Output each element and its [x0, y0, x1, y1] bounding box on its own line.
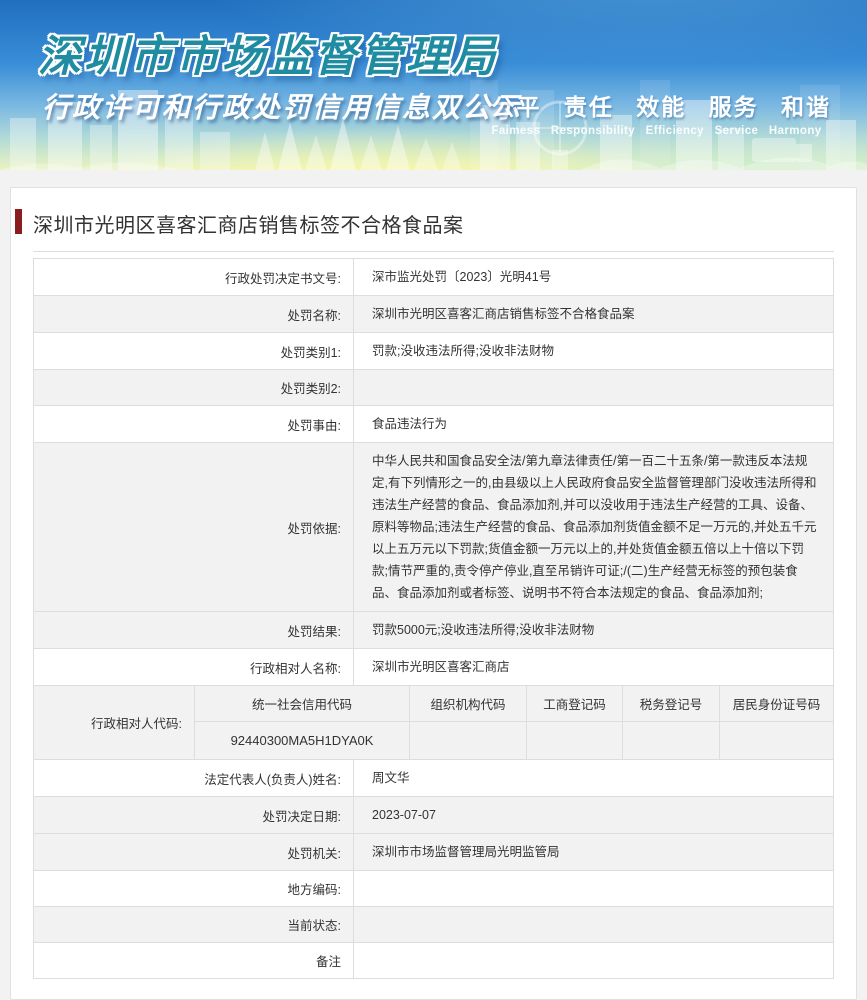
- title-separator: [33, 251, 834, 252]
- row-label: 法定代表人(负责人)姓名:: [34, 760, 354, 796]
- org-title: 深圳市市场监督管理局: [38, 33, 498, 81]
- row-label: 行政相对人代码:: [34, 686, 195, 759]
- row-value: [354, 907, 833, 942]
- row-label: 处罚结果:: [34, 612, 354, 648]
- table-row-decision-number: 行政处罚决定书文号: 深市监光处罚〔2023〕光明41号: [34, 259, 833, 296]
- codes-value-credit-code: 92440300MA5H1DYA0K: [195, 722, 410, 759]
- row-label: 处罚决定日期:: [34, 797, 354, 833]
- table-row-party-name: 行政相对人名称: 深圳市光明区喜客汇商店: [34, 649, 833, 686]
- row-label: 处罚事由:: [34, 406, 354, 442]
- row-value: [354, 871, 833, 906]
- site-banner: 深圳市市场监督管理局 行政许可和行政处罚信用信息双公示 公平 责任 效能 服务 …: [0, 0, 867, 170]
- row-value: 深圳市市场监督管理局光明监管局: [372, 845, 560, 859]
- row-value: [354, 370, 833, 405]
- table-row-penalty-type-2: 处罚类别2:: [34, 370, 833, 406]
- codes-value-business-reg: [527, 722, 623, 759]
- table-row-current-status: 当前状态:: [34, 907, 833, 943]
- row-label: 处罚机关:: [34, 834, 354, 870]
- codes-header-business-reg: 工商登记码: [527, 686, 623, 722]
- row-label: 处罚依据:: [34, 443, 354, 611]
- codes-value-id-number: [720, 722, 833, 759]
- table-row-penalty-basis: 处罚依据: 中华人民共和国食品安全法/第九章法律责任/第一百二十五条/第一款违反…: [34, 443, 833, 612]
- penalty-info-table: 行政处罚决定书文号: 深市监光处罚〔2023〕光明41号 处罚名称: 深圳市光明…: [33, 258, 834, 979]
- codes-header-id-number: 居民身份证号码: [720, 686, 833, 722]
- row-value: 深市监光处罚〔2023〕光明41号: [372, 270, 552, 284]
- row-label: 处罚类别2:: [34, 370, 354, 405]
- row-label: 备注: [34, 943, 354, 978]
- case-title-row: 深圳市光明区喜客汇商店销售标签不合格食品案: [15, 204, 834, 251]
- codes-value-tax-reg: [623, 722, 720, 759]
- row-label: 行政相对人名称:: [34, 649, 354, 685]
- row-value: 中华人民共和国食品安全法/第九章法律责任/第一百二十五条/第一款违反本法规定,有…: [372, 454, 817, 600]
- table-row-penalty-name: 处罚名称: 深圳市光明区喜客汇商店销售标签不合格食品案: [34, 296, 833, 333]
- title-accent-bar: [15, 209, 22, 234]
- page-title: 深圳市光明区喜客汇商店销售标签不合格食品案: [33, 215, 464, 237]
- row-label: 处罚名称:: [34, 296, 354, 332]
- banner-subtitle: 行政许可和行政处罚信用信息双公示: [42, 92, 523, 123]
- row-label: 地方编码:: [34, 871, 354, 906]
- table-row-remarks: 备注: [34, 943, 833, 979]
- row-value: 罚款;没收违法所得;没收非法财物: [372, 344, 554, 358]
- row-label: 行政处罚决定书文号:: [34, 259, 354, 295]
- row-value: 罚款5000元;没收违法所得;没收非法财物: [372, 623, 595, 637]
- table-row-penalty-authority: 处罚机关: 深圳市市场监督管理局光明监管局: [34, 834, 833, 871]
- party-codes-subtable: 统一社会信用代码 组织机构代码 工商登记码 税务登记号 居民身份证号码 9244…: [195, 686, 833, 759]
- codes-header-org-code: 组织机构代码: [410, 686, 527, 722]
- codes-value-org-code: [410, 722, 527, 759]
- row-value: 深圳市光明区喜客汇商店: [372, 660, 510, 674]
- row-label: 处罚类别1:: [34, 333, 354, 369]
- row-value: 周文华: [372, 771, 410, 785]
- row-value: 2023-07-07: [372, 808, 436, 822]
- content-panel: 深圳市光明区喜客汇商店销售标签不合格食品案 行政处罚决定书文号: 深市监光处罚〔…: [10, 187, 857, 1000]
- table-row-legal-representative: 法定代表人(负责人)姓名: 周文华: [34, 760, 833, 797]
- slogan-chinese: 公平 责任 效能 服务 和谐: [491, 94, 831, 120]
- table-row-penalty-result: 处罚结果: 罚款5000元;没收违法所得;没收非法财物: [34, 612, 833, 649]
- row-value: 食品违法行为: [372, 417, 448, 431]
- banner-slogans: 公平 责任 效能 服务 和谐 Faimess Responsibility Ef…: [491, 88, 831, 137]
- table-row-party-codes: 行政相对人代码: 统一社会信用代码 组织机构代码 工商登记码 税务登记号 居民身…: [34, 686, 833, 760]
- row-value: 深圳市光明区喜客汇商店销售标签不合格食品案: [372, 307, 635, 321]
- row-value: [354, 943, 833, 978]
- row-label: 当前状态:: [34, 907, 354, 942]
- codes-header-credit-code: 统一社会信用代码: [195, 686, 410, 722]
- table-row-penalty-type-1: 处罚类别1: 罚款;没收违法所得;没收非法财物: [34, 333, 833, 370]
- table-row-decision-date: 处罚决定日期: 2023-07-07: [34, 797, 833, 834]
- codes-header-tax-reg: 税务登记号: [623, 686, 720, 722]
- table-row-penalty-reason: 处罚事由: 食品违法行为: [34, 406, 833, 443]
- table-row-local-code: 地方编码:: [34, 871, 833, 907]
- slogan-english: Faimess Responsibility Efficiency Servic…: [491, 125, 822, 137]
